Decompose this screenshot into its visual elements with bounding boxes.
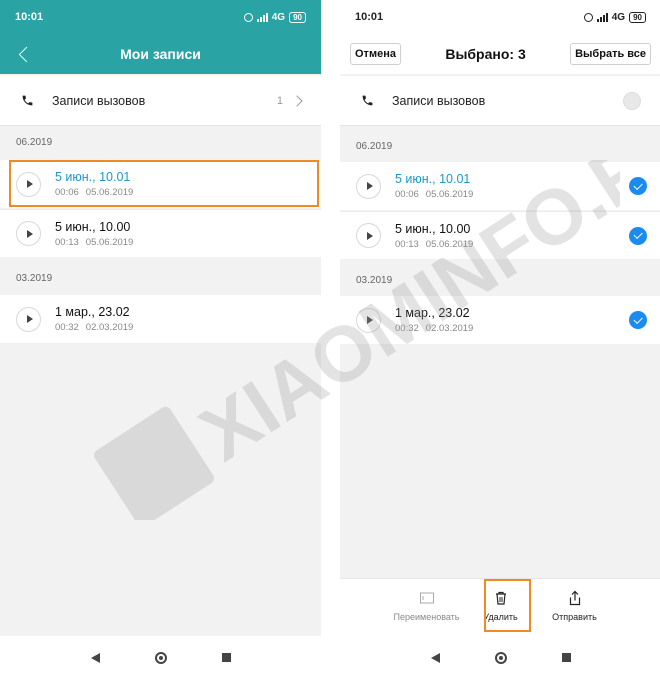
- status-time: 10:01: [15, 11, 44, 23]
- alarm-icon: [583, 12, 593, 22]
- nav-bar: [340, 636, 660, 679]
- check-icon[interactable]: [629, 177, 647, 195]
- signal-icon: [596, 12, 608, 22]
- status-bar: 10:01 4G 90: [340, 0, 660, 34]
- call-recordings-label: Записи вызовов: [52, 93, 146, 108]
- play-icon[interactable]: [356, 307, 381, 333]
- nav-recents-icon[interactable]: [561, 653, 571, 662]
- section-header: 03.2019: [356, 275, 393, 286]
- recording-date: 05.06.2019: [85, 236, 134, 248]
- alarm-icon: [243, 12, 253, 22]
- status-icons: 4G 90: [583, 11, 646, 23]
- highlight-box: [484, 579, 531, 632]
- call-recordings-row[interactable]: Записи вызовов: [340, 76, 660, 126]
- network-type: 4G: [611, 11, 626, 23]
- phone-icon: [360, 94, 374, 108]
- recording-duration: 00:13: [55, 236, 79, 248]
- section-header: 03.2019: [16, 273, 53, 284]
- rename-icon: [419, 592, 434, 604]
- nav-home-icon[interactable]: [494, 651, 507, 664]
- send-button[interactable]: Отправить: [543, 579, 607, 636]
- recording-item[interactable]: 5 июн., 10.01 00:06 05.06.2019: [340, 162, 660, 210]
- recording-duration: 00:13: [395, 238, 419, 250]
- phone-icon: [20, 94, 34, 108]
- nav-recents-icon[interactable]: [221, 653, 231, 662]
- page-title: Мои записи: [120, 46, 201, 62]
- recording-duration: 00:32: [55, 322, 79, 333]
- check-icon[interactable]: [629, 226, 647, 245]
- recording-item[interactable]: 5 июн., 10.00 00:13 05.06.2019: [340, 211, 660, 259]
- status-time: 10:01: [355, 11, 384, 23]
- select-all-button[interactable]: Выбрать все: [570, 43, 651, 65]
- signal-icon: [256, 12, 268, 22]
- recording-date: 05.06.2019: [425, 238, 474, 250]
- call-recordings-count: 1: [276, 94, 283, 107]
- page-title: Выбрано: 3: [445, 46, 526, 62]
- nav-back-icon[interactable]: [430, 652, 440, 663]
- play-icon[interactable]: [356, 223, 381, 248]
- recording-item[interactable]: 1 мар., 23.02 00:32 02.03.2019: [0, 295, 321, 343]
- cancel-button[interactable]: Отмена: [350, 43, 401, 65]
- chevron-left-icon: [18, 46, 34, 62]
- rename-label: Переименовать: [393, 612, 460, 622]
- recording-title: 1 мар., 23.02: [395, 306, 470, 320]
- recording-item[interactable]: 5 июн., 10.00 00:13 05.06.2019: [0, 209, 321, 257]
- play-icon[interactable]: [16, 306, 41, 332]
- recording-title: 5 июн., 10.00: [55, 219, 131, 234]
- recording-item[interactable]: 1 мар., 23.02 00:32 02.03.2019: [340, 296, 660, 344]
- recording-duration: 00:06: [395, 189, 419, 200]
- status-icons: 4G 90: [243, 11, 306, 23]
- recording-date: 02.03.2019: [85, 322, 134, 333]
- call-recordings-label: Записи вызовов: [392, 93, 486, 108]
- title-bar: Мои записи: [0, 34, 321, 74]
- recording-title: 5 июн., 10.01: [395, 172, 471, 186]
- play-icon[interactable]: [356, 173, 381, 199]
- section-header: 06.2019: [356, 141, 393, 152]
- network-type: 4G: [271, 11, 286, 23]
- play-icon[interactable]: [16, 221, 41, 246]
- battery-icon: 90: [289, 11, 306, 23]
- recording-date: 02.03.2019: [425, 323, 474, 334]
- send-label: Отправить: [552, 612, 597, 622]
- share-icon: [569, 590, 580, 606]
- recording-title: 1 мар., 23.02: [55, 305, 130, 319]
- chevron-right-icon: [291, 94, 303, 107]
- recording-duration: 00:32: [395, 323, 419, 334]
- rename-button[interactable]: Переименовать: [393, 579, 460, 636]
- status-bar: 10:01 4G 90: [0, 0, 321, 34]
- battery-icon: 90: [629, 11, 646, 23]
- left-screen: 10:01 4G 90 Мои записи Записи вызовов 1 …: [0, 0, 321, 679]
- nav-bar: [0, 636, 321, 679]
- title-bar: Отмена Выбрано: 3 Выбрать все: [340, 34, 660, 74]
- recording-title: 5 июн., 10.00: [395, 221, 471, 236]
- nav-back-icon[interactable]: [90, 652, 100, 663]
- back-button[interactable]: [16, 42, 36, 66]
- call-recordings-row[interactable]: Записи вызовов 1: [0, 76, 321, 126]
- right-screen: 10:01 4G 90 Отмена Выбрано: 3 Выбрать вс…: [340, 0, 660, 679]
- unchecked-circle-icon[interactable]: [623, 91, 641, 110]
- recording-date: 05.06.2019: [425, 189, 474, 200]
- check-icon[interactable]: [629, 311, 647, 329]
- section-header: 06.2019: [16, 137, 53, 148]
- highlight-box: [9, 160, 319, 207]
- nav-home-icon[interactable]: [154, 651, 167, 664]
